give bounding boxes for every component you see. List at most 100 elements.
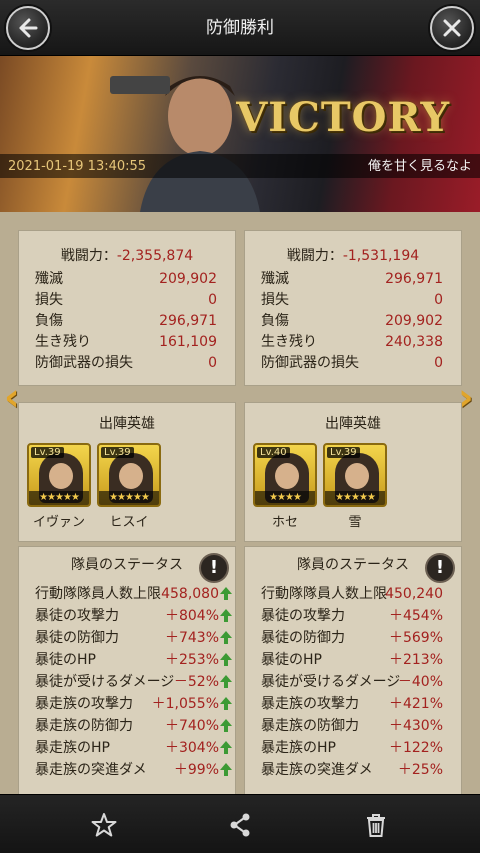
stat-row: 防御武器の損失 0 (19, 353, 235, 374)
stat-value: 240,338 (385, 334, 443, 350)
page-title: 防御勝利 (206, 18, 274, 38)
hero-slot[interactable]: Lv.39 ★★★★★ 雪 (323, 443, 387, 530)
hero-portrait[interactable]: Lv.40 ★★★★ (253, 443, 317, 507)
stat-value: 0 (434, 355, 443, 371)
stat-label: 防御武器の損失 (261, 355, 359, 371)
stat-label: 損失 (35, 292, 63, 308)
status-row: 暴走族の防御力 ＋430% (245, 715, 461, 737)
stat-value: 0 (434, 292, 443, 308)
stat-value: 161,109 (159, 334, 217, 350)
stat-row: 負傷 209,902 (245, 311, 461, 332)
hero-portrait[interactable]: Lv.39 ★★★★★ (27, 443, 91, 507)
stat-value: 209,902 (159, 271, 217, 287)
hero-level: Lv.39 (101, 447, 134, 458)
combat-power: 戦闘力：-2,355,874 (19, 245, 235, 265)
hero-slot[interactable]: Lv.39 ★★★★★ ヒスイ (97, 443, 161, 530)
hero-name: イヴァン (32, 515, 85, 530)
victory-banner: VICTORY 2021-01-19 13:40:55 俺を甘く見るなよ (0, 56, 480, 212)
stat-label: 殲滅 (35, 271, 63, 287)
stat-value: 0 (208, 292, 217, 308)
status-row: 暴走族の突進ダメ ＋99% (19, 759, 235, 781)
arrow-up-icon (220, 587, 232, 600)
status-label: 暴走族のHP (35, 740, 110, 756)
status-label: 暴走族の突進ダメ (35, 762, 147, 778)
stat-row: 生き残り 240,338 (245, 332, 461, 353)
header-bar: 防御勝利 (0, 0, 480, 56)
status-row: 暴走族の攻撃力 ＋1,055% (19, 693, 235, 715)
arrow-up-icon (220, 697, 232, 710)
hero-stars: ★★★★★ (99, 491, 159, 505)
heroes-title: 出陣英雄 (325, 416, 381, 432)
stat-label: 損失 (261, 292, 289, 308)
attacker-stats-card: 戦闘力：-2,355,874 殲滅 209,902 損失 0 負傷 296,971 生… (18, 230, 236, 386)
status-label: 暴徒の防御力 (35, 630, 119, 646)
stat-label: 殲滅 (261, 271, 289, 287)
status-value: ＋253% (164, 652, 219, 668)
hero-portrait[interactable]: Lv.39 ★★★★★ (97, 443, 161, 507)
status-value: ＋25% (397, 762, 443, 778)
status-label: 暴走族の攻撃力 (261, 696, 359, 712)
status-value: ＋454% (388, 608, 443, 624)
status-value: ＋804% (164, 608, 219, 624)
status-row: 暴徒の攻撃力 ＋454% (245, 605, 461, 627)
status-value: 458,080 (161, 586, 219, 602)
status-value: ＋213% (388, 652, 443, 668)
arrow-up-icon (220, 653, 232, 666)
arrow-up-icon (220, 609, 232, 622)
combat-power: 戦闘力：-1,531,194 (245, 245, 461, 265)
stat-value: 296,971 (159, 313, 217, 329)
status-value: ＋430% (388, 718, 443, 734)
share-icon (230, 813, 250, 837)
arrow-up-icon (220, 675, 232, 688)
status-value: ＋99% (173, 762, 219, 778)
status-label: 暴走族の防御力 (261, 718, 359, 734)
status-label: 暴徒のHP (261, 652, 322, 668)
stat-label: 防御武器の損失 (35, 355, 133, 371)
battle-timestamp: 2021-01-19 13:40:55 (8, 159, 147, 174)
hero-name: ヒスイ (109, 515, 149, 530)
stat-label: 負傷 (261, 313, 289, 329)
close-icon (443, 19, 461, 37)
stat-value: 209,902 (385, 313, 443, 329)
status-row: 暴徒が受けるダメージ －52% (19, 671, 235, 693)
status-row: 暴徒の防御力 ＋569% (245, 627, 461, 649)
hero-slot[interactable]: Lv.40 ★★★★ ホセ (253, 443, 317, 530)
status-label: 暴走族の攻撃力 (35, 696, 133, 712)
status-label: 暴徒が受けるダメージ (35, 674, 175, 690)
stat-label: 負傷 (35, 313, 63, 329)
hero-slot[interactable]: Lv.39 ★★★★★ イヴァン (27, 443, 91, 530)
status-value: ＋1,055% (151, 696, 219, 712)
stat-row: 負傷 296,971 (19, 311, 235, 332)
stat-label: 生き残り (261, 334, 317, 350)
status-value: ＋740% (164, 718, 219, 734)
status-row: 暴徒のHP ＋213% (245, 649, 461, 671)
stat-row: 損失 0 (19, 290, 235, 311)
attacker-status-card: 隊員のステータス ! 行動隊隊員人数上限 458,080 暴徒の攻撃力 ＋804% … (18, 546, 236, 794)
status-row: 行動隊隊員人数上限 450,240 (245, 583, 461, 605)
hero-name: ホセ (271, 515, 298, 530)
stat-value: 296,971 (385, 271, 443, 287)
status-label: 暴徒の防御力 (261, 630, 345, 646)
arrow-up-icon (220, 719, 232, 732)
delete-button[interactable] (360, 809, 392, 841)
hero-name: 雪 (348, 515, 362, 530)
status-row: 暴徒が受けるダメージ －40% (245, 671, 461, 693)
info-alert-icon[interactable]: ! (199, 553, 229, 583)
victory-text: VICTORY (236, 94, 450, 141)
combat-power-label: 戦闘力： (60, 248, 117, 264)
status-label: 暴走族の突進ダメ (261, 762, 373, 778)
status-row: 暴徒の防御力 ＋743% (19, 627, 235, 649)
close-button[interactable] (430, 6, 474, 50)
hero-portrait[interactable]: Lv.39 ★★★★★ (323, 443, 387, 507)
star-icon (91, 813, 117, 837)
arrow-up-icon (220, 763, 232, 776)
attacker-heroes-card: 出陣英雄 Lv.39 ★★★★★ イヴァン Lv.39 ★★★★★ ヒスイ (18, 402, 236, 542)
status-label: 行動隊隊員人数上限 (261, 586, 387, 602)
defender-stats-card: 戦闘力：-1,531,194 殲滅 296,971 損失 0 負傷 209,902 生… (244, 230, 462, 386)
report-content[interactable]: 戦闘力：-2,355,874 殲滅 209,902 損失 0 負傷 296,971 生… (0, 212, 480, 794)
favorite-button[interactable] (88, 809, 120, 841)
stat-row: 殲滅 209,902 (19, 269, 235, 290)
info-alert-icon[interactable]: ! (425, 553, 455, 583)
share-button[interactable] (224, 809, 256, 841)
status-label: 暴走族のHP (261, 740, 336, 756)
